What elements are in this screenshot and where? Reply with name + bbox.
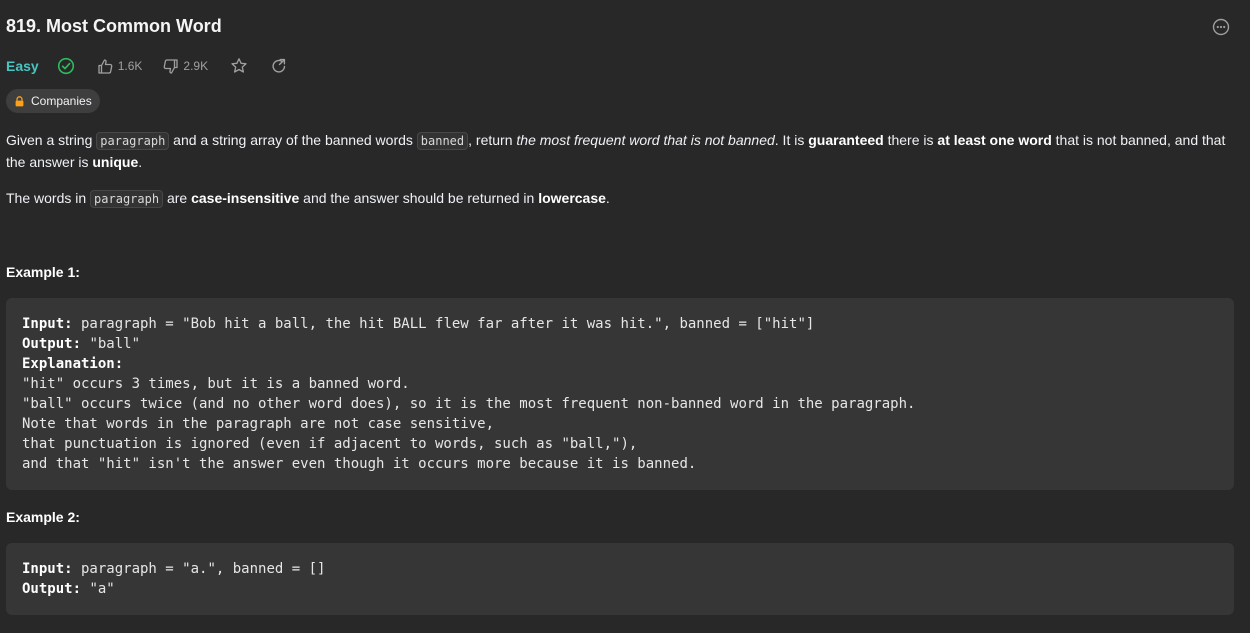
desc-bold: lowercase <box>538 190 606 206</box>
explanation-line: and that "hit" isn't the answer even tho… <box>22 456 697 472</box>
example-2-heading: Example 2: <box>6 509 80 525</box>
like-button[interactable]: 1.6K <box>97 58 143 75</box>
explanation-line: "hit" occurs 3 times, but it is a banned… <box>22 376 410 392</box>
example-output: "a" <box>81 581 115 597</box>
desc-italic: the most frequent word that is not banne… <box>516 132 775 148</box>
difficulty-badge: Easy <box>6 58 39 74</box>
explanation-line: "ball" occurs twice (and no other word d… <box>22 396 916 412</box>
desc-text: and a string array of the banned words <box>169 132 417 148</box>
inline-code-paragraph: paragraph <box>96 132 170 150</box>
more-options-icon[interactable] <box>1212 18 1230 36</box>
desc-bold: case-insensitive <box>191 190 300 206</box>
desc-text: . It is <box>774 132 809 148</box>
desc-text: . <box>138 154 143 170</box>
example-input: paragraph = "Bob hit a ball, the hit BAL… <box>72 316 815 332</box>
inline-code-paragraph: paragraph <box>90 190 164 208</box>
example-output: "ball" <box>81 336 141 352</box>
input-label: Input: <box>22 316 73 332</box>
problem-title: 819. Most Common Word <box>6 16 222 36</box>
lock-icon <box>14 95 25 107</box>
problem-description-panel: 819. Most Common Word Easy 1.6K 2.9K Com… <box>0 0 1250 633</box>
explanation-line: Note that words in the paragraph are not… <box>22 416 495 432</box>
output-label: Output: <box>22 336 82 352</box>
thumbs-down-icon <box>162 58 179 75</box>
thumbs-up-icon <box>97 58 114 75</box>
example-2-box: Input: paragraph = "a.", banned = [] Out… <box>6 543 1234 615</box>
desc-text: and the answer should be returned in <box>299 190 539 206</box>
desc-bold: unique <box>92 154 139 170</box>
desc-text: Given a string <box>6 132 97 148</box>
desc-text: The words in <box>6 190 91 206</box>
dislike-count: 2.9K <box>183 59 209 73</box>
inline-code-banned: banned <box>416 132 469 150</box>
example-1-heading: Example 1: <box>6 264 80 280</box>
desc-text: . <box>605 190 610 206</box>
like-count: 1.6K <box>117 59 143 73</box>
desc-text: there is <box>883 132 938 148</box>
example-input: paragraph = "a.", banned = [] <box>72 561 326 577</box>
output-label: Output: <box>22 581 82 597</box>
description-paragraph-1: Given a string paragraph and a string ar… <box>6 130 1236 173</box>
desc-text: are <box>163 190 192 206</box>
share-icon[interactable] <box>270 57 288 75</box>
example-1-box: Input: paragraph = "Bob hit a ball, the … <box>6 298 1234 490</box>
star-icon[interactable] <box>230 57 248 75</box>
check-circle-icon <box>57 57 75 75</box>
companies-label: Companies <box>31 94 92 108</box>
companies-tag[interactable]: Companies <box>6 89 100 113</box>
desc-bold: guaranteed <box>808 132 884 148</box>
desc-bold: at least one word <box>937 132 1052 148</box>
dislike-button[interactable]: 2.9K <box>162 58 208 75</box>
desc-text: , return <box>468 132 517 148</box>
explanation-line: that punctuation is ignored (even if adj… <box>22 436 638 452</box>
explanation-label: Explanation: <box>22 356 124 372</box>
input-label: Input: <box>22 561 73 577</box>
problem-meta-row: Easy 1.6K 2.9K <box>6 55 288 77</box>
description-paragraph-2: The words in paragraph are case-insensit… <box>6 188 1236 210</box>
